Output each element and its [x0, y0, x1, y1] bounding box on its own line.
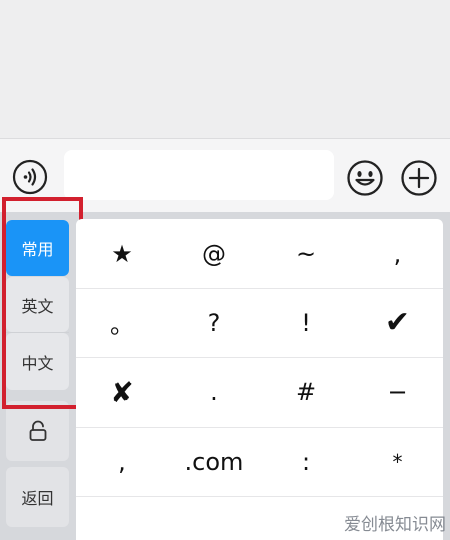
- symbol-key[interactable]: ~: [260, 219, 352, 288]
- symbol-key[interactable]: 。: [76, 288, 168, 357]
- smiley-face-icon: [347, 160, 383, 196]
- category-tab-common[interactable]: 常用: [6, 220, 69, 276]
- symbol-key[interactable]: ,: [352, 219, 443, 288]
- watermark: 爱创根知识网: [344, 514, 446, 535]
- category-tab-english[interactable]: 英文: [6, 277, 69, 332]
- voice-button[interactable]: [12, 159, 48, 195]
- lock-button[interactable]: [6, 401, 69, 461]
- app-content-area: [0, 0, 450, 138]
- category-tab-chinese[interactable]: 中文: [6, 333, 69, 390]
- back-button[interactable]: 返回: [6, 467, 69, 527]
- grid-line: [76, 496, 443, 497]
- symbol-key[interactable]: ?: [168, 288, 260, 357]
- symbol-key[interactable]: .com: [168, 427, 260, 496]
- symbol-key[interactable]: :: [260, 427, 352, 496]
- add-circle-icon: [401, 160, 437, 196]
- lock-icon: [29, 420, 46, 441]
- symbol-key[interactable]: @: [168, 219, 260, 288]
- symbol-key[interactable]: ★: [76, 219, 168, 288]
- message-input[interactable]: [64, 150, 334, 200]
- symbol-key[interactable]: ,: [76, 427, 168, 496]
- symbol-key[interactable]: !: [260, 288, 352, 357]
- symbol-grid: ★ @ ~ , 。 ? ! ✔ ✘ . # − , .com : *: [76, 219, 443, 540]
- symbol-key[interactable]: −: [352, 357, 443, 427]
- add-button[interactable]: [400, 159, 438, 197]
- symbol-key[interactable]: *: [352, 427, 443, 496]
- voice-wave-icon: [12, 159, 48, 195]
- symbol-key[interactable]: ✔: [352, 288, 443, 357]
- symbol-key[interactable]: #: [260, 357, 352, 427]
- emoji-button[interactable]: [346, 159, 384, 197]
- symbol-key[interactable]: .: [168, 357, 260, 427]
- input-bar: [0, 138, 450, 212]
- symbol-key[interactable]: ✘: [76, 357, 168, 427]
